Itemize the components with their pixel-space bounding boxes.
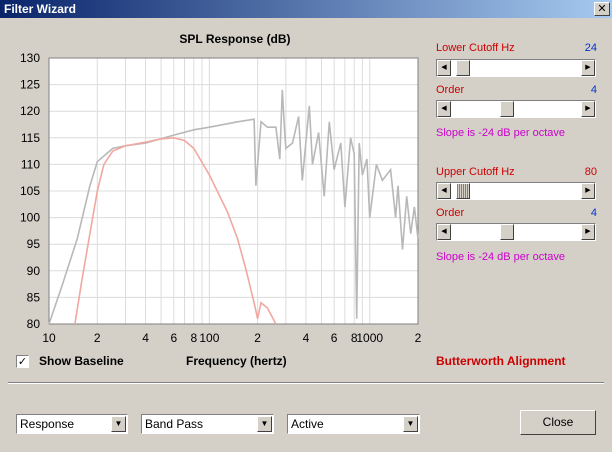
- slider-thumb[interactable]: [499, 101, 514, 117]
- chart-grid: [48, 57, 419, 325]
- y-tick-label: 115: [21, 131, 40, 145]
- y-tick-label: 90: [27, 264, 41, 278]
- alignment-label: Butterworth Alignment: [436, 354, 566, 368]
- y-tick-label: 130: [20, 51, 40, 65]
- upper-cutoff-value: 80: [584, 166, 597, 178]
- slider-right-arrow-icon[interactable]: ▶: [581, 183, 595, 199]
- upper-slope-text: Slope is -24 dB per octave: [436, 251, 566, 263]
- y-tick-label: 105: [20, 184, 40, 198]
- view-dropdown-value: Response: [20, 417, 75, 431]
- slider-left-arrow-icon[interactable]: ◀: [437, 183, 451, 199]
- separator: [8, 382, 604, 384]
- filter-type-dropdown-value: Band Pass: [145, 417, 204, 431]
- x-tick-label: 2: [94, 331, 101, 345]
- upper-order-label: Order: [436, 207, 465, 219]
- x-tick-label: 1000: [356, 331, 383, 345]
- lower-slope-text: Slope is -24 dB per octave: [436, 127, 566, 139]
- dropdown-arrow-icon[interactable]: ▼: [111, 416, 126, 432]
- filter-mode-dropdown-value: Active: [291, 417, 324, 431]
- slider-left-arrow-icon[interactable]: ◀: [437, 224, 451, 240]
- y-tick-label: 120: [20, 104, 40, 118]
- filter-mode-dropdown[interactable]: Active ▼: [287, 414, 420, 434]
- lower-order-label: Order: [436, 84, 465, 96]
- x-tick-label: 4: [303, 331, 310, 345]
- close-button[interactable]: Close: [520, 410, 596, 435]
- slider-thumb[interactable]: [455, 60, 470, 76]
- title-bar: Filter Wizard ✕: [0, 0, 612, 18]
- x-tick-label: 100: [199, 331, 219, 345]
- chart-x-ticks: 10 2 4 6 8 100 2 4 6 81000 2: [42, 331, 421, 345]
- lower-cutoff-slider[interactable]: ◀ ▶: [436, 59, 596, 77]
- dropdown-arrow-icon[interactable]: ▼: [403, 416, 418, 432]
- y-tick-label: 125: [20, 78, 40, 92]
- lower-order-slider[interactable]: ◀ ▶: [436, 100, 596, 118]
- x-tick-label: 6: [331, 331, 338, 345]
- x-tick-label: 2: [415, 331, 422, 345]
- slider-right-arrow-icon[interactable]: ▶: [581, 60, 595, 76]
- x-tick-label: 8: [190, 331, 197, 345]
- y-tick-label: 80: [27, 317, 41, 331]
- x-tick-label: 6: [170, 331, 177, 345]
- lower-cutoff-label: Lower Cutoff Hz: [436, 42, 515, 54]
- y-tick-label: 110: [21, 157, 40, 171]
- x-tick-label: 10: [42, 331, 56, 345]
- upper-order-slider[interactable]: ◀ ▶: [436, 223, 596, 241]
- chart-title: SPL Response (dB): [179, 32, 291, 46]
- lower-cutoff-value: 24: [584, 42, 597, 54]
- x-tick-label: 4: [142, 331, 149, 345]
- slider-left-arrow-icon[interactable]: ◀: [437, 60, 451, 76]
- slider-right-arrow-icon[interactable]: ▶: [581, 224, 595, 240]
- upper-cutoff-label: Upper Cutoff Hz: [436, 166, 515, 178]
- window-close-button[interactable]: ✕: [594, 2, 610, 16]
- y-tick-label: 95: [27, 237, 41, 251]
- frequency-axis-label: Frequency (hertz): [186, 354, 287, 368]
- y-tick-label: 100: [20, 211, 40, 225]
- show-baseline-checkbox[interactable]: ✓: [16, 355, 29, 368]
- window-title: Filter Wizard: [4, 2, 76, 16]
- slider-right-arrow-icon[interactable]: ▶: [581, 101, 595, 117]
- upper-cutoff-slider[interactable]: ◀ ▶: [436, 182, 596, 200]
- slider-thumb[interactable]: [455, 183, 470, 199]
- slider-thumb[interactable]: [499, 224, 514, 240]
- x-tick-label: 2: [254, 331, 261, 345]
- show-baseline-label[interactable]: Show Baseline: [39, 354, 124, 368]
- upper-order-value: 4: [590, 207, 597, 219]
- view-dropdown[interactable]: Response ▼: [16, 414, 128, 434]
- lower-order-value: 4: [590, 84, 597, 96]
- filter-type-dropdown[interactable]: Band Pass ▼: [141, 414, 274, 434]
- y-tick-label: 85: [27, 290, 41, 304]
- spl-response-chart: 13012512011511010510095908580 10 2 4 6 8 100 2…: [20, 51, 422, 345]
- slider-left-arrow-icon[interactable]: ◀: [437, 101, 451, 117]
- dropdown-arrow-icon[interactable]: ▼: [257, 416, 272, 432]
- chart-y-ticks: 130 125 120 115 110 105 100 95 90 85 80: [20, 51, 40, 331]
